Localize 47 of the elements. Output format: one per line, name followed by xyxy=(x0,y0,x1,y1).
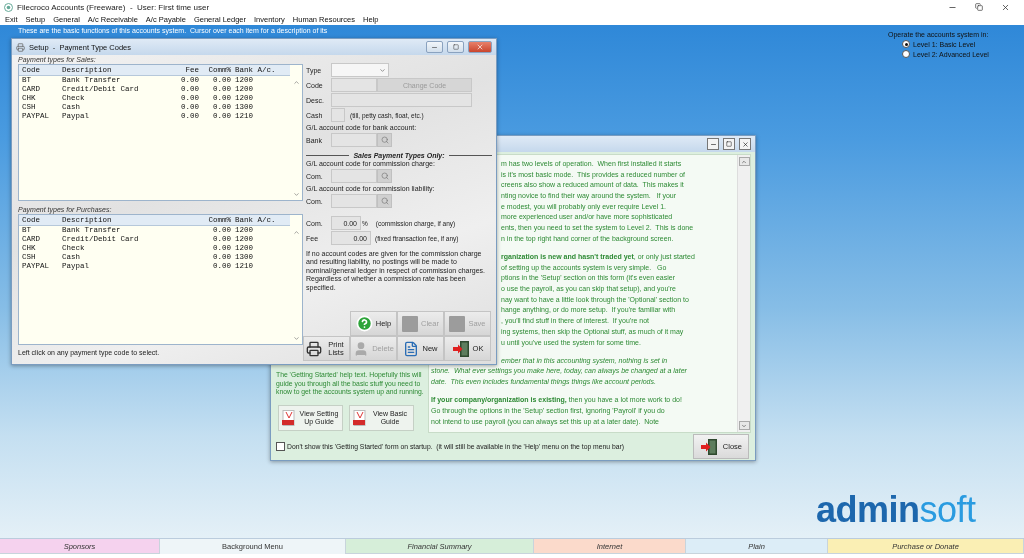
radio-icon[interactable] xyxy=(902,50,910,58)
maximize-icon xyxy=(452,44,459,50)
document-icon xyxy=(403,340,420,357)
scroll-down-icon[interactable] xyxy=(292,191,300,198)
caret-up-icon xyxy=(741,158,747,165)
search-icon xyxy=(380,136,389,144)
commission-charge-field[interactable] xyxy=(331,169,377,183)
description-field[interactable] xyxy=(331,93,472,107)
search-button[interactable] xyxy=(377,194,392,208)
placeholder-icon xyxy=(402,315,419,332)
code-field[interactable] xyxy=(331,78,377,92)
close-button[interactable] xyxy=(468,41,492,53)
scroll-down-icon[interactable] xyxy=(292,335,300,342)
type-dropdown[interactable] xyxy=(331,63,389,77)
printer-icon xyxy=(306,340,322,357)
exit-door-icon xyxy=(451,339,470,358)
bank-field[interactable] xyxy=(331,133,377,147)
caret-down-icon xyxy=(741,422,747,429)
commission-liability-field[interactable] xyxy=(331,194,377,208)
minimize-button[interactable] xyxy=(426,41,443,53)
radio-icon[interactable] xyxy=(902,40,910,48)
close-icon xyxy=(741,140,749,148)
exit-door-icon xyxy=(700,437,718,456)
search-icon xyxy=(380,197,389,205)
logo-text: adminsoft xyxy=(816,489,976,531)
search-button[interactable] xyxy=(377,133,392,147)
minimize-button[interactable] xyxy=(707,138,719,150)
placeholder-icon xyxy=(449,315,466,332)
search-icon xyxy=(380,172,389,180)
close-icon xyxy=(476,43,484,51)
maximize-icon xyxy=(726,141,732,147)
help-icon xyxy=(355,315,373,332)
close-icon[interactable] xyxy=(1001,2,1010,12)
maximize-button[interactable] xyxy=(723,138,735,150)
pdf-icon xyxy=(353,410,367,426)
caret-icon xyxy=(379,66,386,74)
search-button[interactable] xyxy=(377,169,392,183)
scroll-up-icon[interactable] xyxy=(292,229,300,236)
checkbox[interactable] xyxy=(276,442,285,451)
window-title: Filecroco Accounts (Freeware) - User: First time user xyxy=(17,2,211,12)
restore-icon[interactable] xyxy=(975,3,983,11)
scroll-up-icon[interactable] xyxy=(292,79,300,86)
cash-checkbox[interactable] xyxy=(331,108,345,122)
maximize-button[interactable] xyxy=(447,41,464,53)
close-button[interactable] xyxy=(739,138,751,150)
scrollbar[interactable] xyxy=(737,155,750,432)
pdf-icon xyxy=(282,410,296,426)
